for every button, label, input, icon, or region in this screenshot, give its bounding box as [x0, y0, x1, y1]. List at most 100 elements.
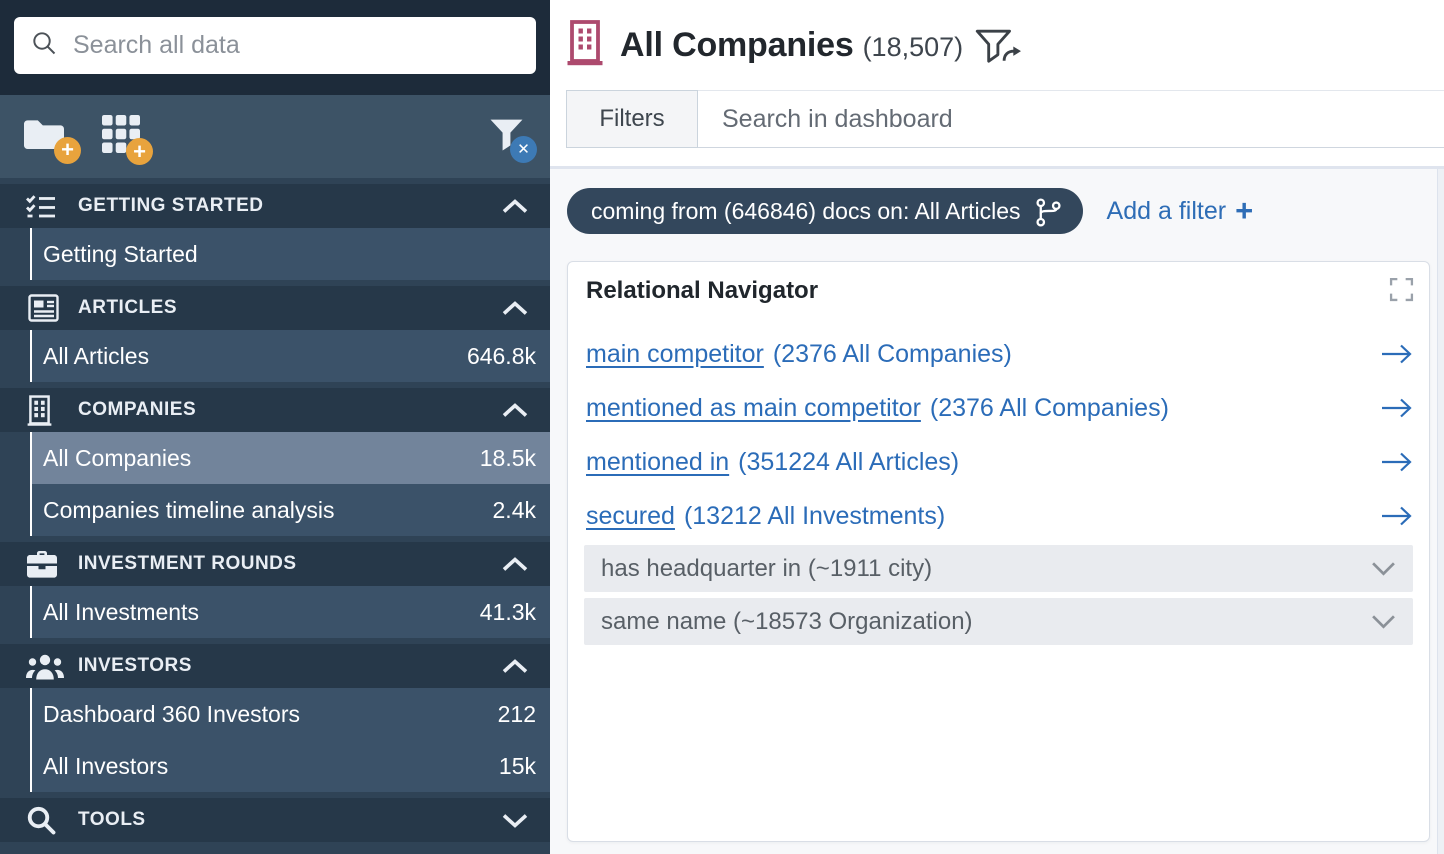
- result-count: (18,507): [863, 32, 964, 63]
- applied-filters-bar: coming from (646846) docs on: All Articl…: [567, 188, 1430, 234]
- relation-name[interactable]: mentioned in: [586, 448, 729, 477]
- section-tools: TOOLS: [0, 798, 550, 842]
- section-header-investment-rounds[interactable]: INVESTMENT ROUNDS: [0, 542, 550, 586]
- filter-clear-badge-icon: ✕: [510, 136, 537, 163]
- dashboard-toolbar: Filters: [566, 90, 1444, 148]
- relation-detail: (13212 All Investments): [684, 502, 945, 531]
- item-label: All Investments: [43, 599, 199, 626]
- relation-label: has headquarter in (~1911 city): [601, 555, 932, 583]
- item-count: 41.3k: [480, 599, 536, 626]
- section-items: All Articles 646.8k: [30, 330, 550, 382]
- clear-filters-button[interactable]: ✕: [489, 118, 524, 156]
- add-filter-button[interactable]: Add a filter +: [1107, 197, 1254, 226]
- item-label: Getting Started: [43, 241, 198, 268]
- chevron-down-icon: [502, 813, 528, 828]
- relation-name[interactable]: mentioned as main competitor: [586, 394, 921, 423]
- expand-icon[interactable]: [1389, 277, 1414, 302]
- relation-label: same name (~18573 Organization): [601, 608, 973, 636]
- item-label: All Companies: [43, 445, 191, 472]
- sidebar-item-all-articles[interactable]: All Articles 646.8k: [32, 330, 550, 382]
- relation-link-secured[interactable]: secured (13212 All Investments): [568, 489, 1429, 543]
- item-count: 2.4k: [493, 497, 536, 524]
- arrow-right-icon[interactable]: [1380, 343, 1414, 365]
- plus-icon: +: [1235, 195, 1253, 226]
- chevron-up-icon: [502, 557, 528, 572]
- sidebar-item-all-investors[interactable]: All Investors 15k: [32, 740, 550, 792]
- newspaper-icon: [26, 294, 70, 322]
- main-panel: All Companies (18,507) Filters coming fr…: [550, 0, 1444, 854]
- section-items: All Companies 18.5k Companies timeline a…: [30, 432, 550, 536]
- chevron-up-icon: [502, 659, 528, 674]
- section-header-companies[interactable]: COMPANIES: [0, 388, 550, 432]
- section-label: INVESTMENT ROUNDS: [78, 553, 297, 575]
- section-label: GETTING STARTED: [78, 195, 264, 217]
- item-count: 15k: [499, 753, 536, 780]
- collapsed-relations: has headquarter in (~1911 city) same nam…: [568, 543, 1429, 645]
- relation-row-has-headquarter-in[interactable]: has headquarter in (~1911 city): [584, 545, 1413, 592]
- arrow-right-icon[interactable]: [1380, 451, 1414, 473]
- global-search-input[interactable]: [73, 31, 520, 60]
- chevron-down-icon: [1371, 561, 1396, 576]
- item-label: All Articles: [43, 343, 149, 370]
- item-count: 646.8k: [467, 343, 536, 370]
- section-label: TOOLS: [78, 809, 146, 831]
- vertical-scrollbar[interactable]: [1437, 169, 1444, 854]
- chevron-up-icon: [502, 301, 528, 316]
- section-investors: INVESTORS Dashboard 360 Investors 212 Al…: [0, 644, 550, 792]
- sidebar-item-dashboard-360-investors[interactable]: Dashboard 360 Investors 212: [32, 688, 550, 740]
- section-header-tools[interactable]: TOOLS: [0, 798, 550, 842]
- relation-detail: (2376 All Companies): [930, 394, 1169, 423]
- sidebar-toolbar: + + ✕: [0, 95, 550, 178]
- search-icon: [26, 805, 70, 835]
- add-folder-button[interactable]: +: [22, 117, 68, 157]
- add-filter-label: Add a filter: [1107, 197, 1227, 226]
- section-header-getting-started[interactable]: GETTING STARTED: [0, 184, 550, 228]
- section-items: Dashboard 360 Investors 212 All Investor…: [30, 688, 550, 792]
- section-articles: ARTICLES All Articles 646.8k: [0, 286, 550, 382]
- item-count: 18.5k: [480, 445, 536, 472]
- add-dashboard-button[interactable]: +: [102, 115, 140, 158]
- arrow-right-icon[interactable]: [1380, 505, 1414, 527]
- briefcase-icon: [26, 550, 70, 578]
- sidebar: + + ✕: [0, 0, 550, 854]
- section-label: COMPANIES: [78, 399, 196, 421]
- applied-filter-chip[interactable]: coming from (646846) docs on: All Articl…: [567, 188, 1083, 234]
- section-investment-rounds: INVESTMENT ROUNDS All Investments 41.3k: [0, 542, 550, 638]
- company-building-icon: [565, 20, 605, 71]
- relation-links: main competitor (2376 All Companies) men…: [568, 305, 1429, 543]
- sidebar-item-all-investments[interactable]: All Investments 41.3k: [32, 586, 550, 638]
- folder-add-badge-icon: +: [54, 137, 81, 164]
- filters-button[interactable]: Filters: [566, 90, 698, 148]
- branch-icon: [1034, 197, 1063, 228]
- relation-row-same-name[interactable]: same name (~18573 Organization): [584, 598, 1413, 645]
- relation-name[interactable]: main competitor: [586, 340, 764, 369]
- chevron-down-icon: [1371, 614, 1396, 629]
- relation-link-mentioned-in[interactable]: mentioned in (351224 All Articles): [568, 435, 1429, 489]
- section-items: Getting Started: [30, 228, 550, 280]
- chevron-up-icon: [502, 199, 528, 214]
- item-count: 212: [498, 701, 536, 728]
- users-icon: [26, 653, 70, 680]
- section-header-investors[interactable]: INVESTORS: [0, 644, 550, 688]
- dashboard-search-input[interactable]: [698, 90, 1444, 148]
- relation-detail: (2376 All Companies): [773, 340, 1012, 369]
- arrow-right-icon[interactable]: [1380, 397, 1414, 419]
- relation-name[interactable]: secured: [586, 502, 675, 531]
- relation-detail: (351224 All Articles): [738, 448, 959, 477]
- sidebar-item-companies-timeline-analysis[interactable]: Companies timeline analysis 2.4k: [32, 484, 550, 536]
- filter-forward-icon[interactable]: [975, 29, 1022, 66]
- widget-header: Relational Navigator: [568, 262, 1429, 305]
- section-label: ARTICLES: [78, 297, 177, 319]
- section-header-articles[interactable]: ARTICLES: [0, 286, 550, 330]
- grid-add-badge-icon: +: [126, 138, 153, 165]
- sidebar-item-getting-started[interactable]: Getting Started: [32, 228, 550, 280]
- section-label: INVESTORS: [78, 655, 192, 677]
- sidebar-item-all-companies[interactable]: All Companies 18.5k: [32, 432, 550, 484]
- sidebar-sections: GETTING STARTED Getting Started: [0, 178, 550, 854]
- relation-link-mentioned-as-main-competitor[interactable]: mentioned as main competitor (2376 All C…: [568, 381, 1429, 435]
- item-label: Companies timeline analysis: [43, 497, 334, 524]
- relation-link-main-competitor[interactable]: main competitor (2376 All Companies): [568, 327, 1429, 381]
- section-items: All Investments 41.3k: [30, 586, 550, 638]
- global-search-box[interactable]: [14, 17, 536, 74]
- item-label: All Investors: [43, 753, 168, 780]
